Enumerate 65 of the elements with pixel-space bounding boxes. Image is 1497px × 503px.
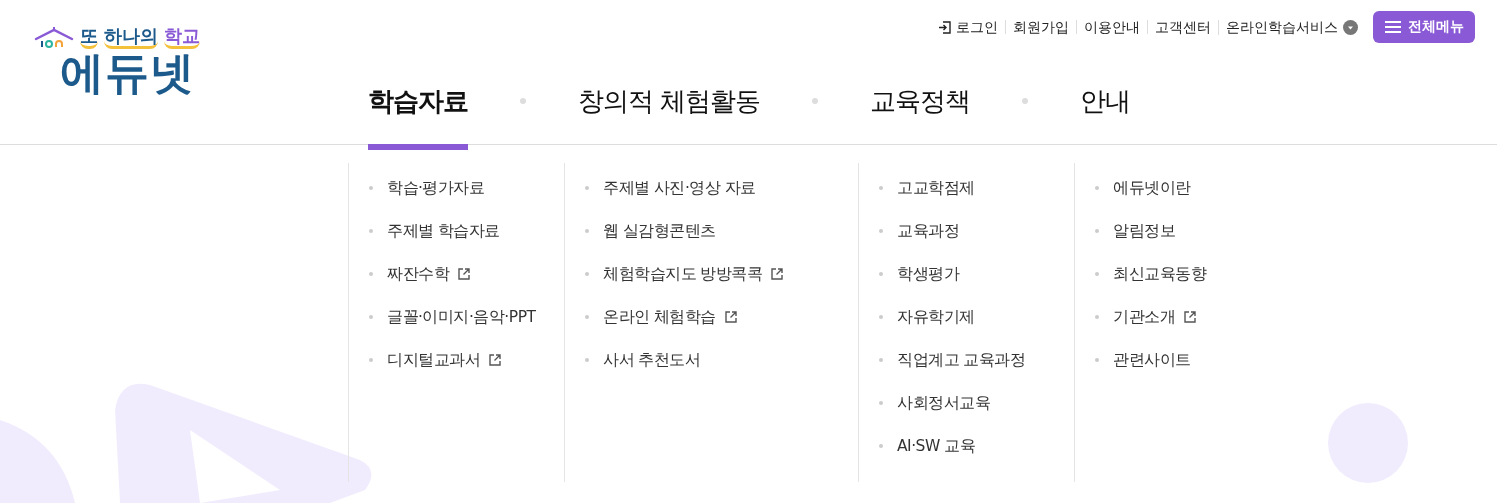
bullet-dot	[585, 315, 589, 319]
bullet-dot	[879, 272, 883, 276]
logo-tagline-word: 하나의	[104, 26, 158, 49]
bullet-dot	[1095, 229, 1099, 233]
logo-tagline-word: 학교	[164, 26, 200, 49]
bullet-dot	[879, 315, 883, 319]
bullet-dot	[585, 272, 589, 276]
login-icon	[938, 20, 951, 34]
bullet-dot	[1095, 272, 1099, 276]
nav-separator-dot	[1022, 98, 1029, 104]
nav-tab[interactable]: 학습자료	[368, 84, 468, 150]
bullet-dot	[369, 272, 373, 276]
bullet-dot	[879, 186, 883, 190]
nav-tab[interactable]: 안내	[1080, 84, 1131, 150]
submenu-link[interactable]: 온라인 체험학습	[603, 306, 716, 328]
utility-link[interactable]: 온라인학습서비스	[1218, 19, 1365, 35]
submenu-link[interactable]: 주제별 학습자료	[387, 220, 500, 242]
utility-link[interactable]: 로그인	[931, 20, 1005, 34]
submenu-link[interactable]: 사회정서교육	[897, 392, 990, 414]
submenu-link[interactable]: 글꼴·이미지·음악·PPT	[387, 306, 536, 328]
utility-link[interactable]: 고객센터	[1147, 20, 1218, 34]
submenu-link[interactable]: 기관소개	[1113, 306, 1175, 328]
submenu-link[interactable]: 짜잔수학	[387, 263, 449, 285]
logo-name[interactable]: 에듀넷	[60, 49, 330, 97]
bullet-dot	[369, 186, 373, 190]
bullet-dot	[879, 401, 883, 405]
nav-tab[interactable]: 창의적 체험활동	[578, 84, 761, 150]
utility-link[interactable]: 이용안내	[1076, 20, 1147, 34]
submenu-link[interactable]: 웹 실감형콘텐츠	[603, 220, 716, 242]
submenu-link[interactable]: 체험학습지도 방방콕콕	[603, 263, 763, 285]
bullet-dot	[585, 186, 589, 190]
nav-tab[interactable]: 교육정책	[870, 84, 971, 150]
all-menu-button[interactable]: 전체메뉴	[1373, 11, 1475, 43]
submenu-link[interactable]: 자유학기제	[897, 306, 975, 328]
menu-icon	[1384, 20, 1402, 34]
submenu-link[interactable]: 디지털교과서	[387, 349, 480, 371]
bullet-dot	[879, 358, 883, 362]
nav-separator-dot	[520, 98, 526, 104]
submenu-link[interactable]: 학습·평가자료	[387, 177, 485, 199]
nav-separator-dot	[812, 98, 819, 104]
bullet-dot	[585, 229, 589, 233]
submenu-link[interactable]: 교육과정	[897, 220, 959, 242]
bullet-dot	[1095, 358, 1099, 362]
logo-tagline-word: 또	[80, 26, 98, 49]
utility-link[interactable]: 회원가입	[1005, 20, 1076, 34]
submenu-link[interactable]: 학생평가	[897, 263, 959, 285]
bullet-dot	[585, 358, 589, 362]
submenu-link[interactable]: 고교학점제	[897, 177, 975, 199]
bullet-dot	[879, 444, 883, 448]
submenu-link[interactable]: 주제별 사진·영상 자료	[603, 177, 756, 199]
submenu-link[interactable]: 직업계고 교육과정	[897, 349, 1026, 371]
submenu-link[interactable]: 최신교육동향	[1113, 263, 1206, 285]
dropdown-caret-icon	[1343, 19, 1358, 35]
bullet-dot	[1095, 315, 1099, 319]
bullet-dot	[369, 229, 373, 233]
bullet-dot	[1095, 186, 1099, 190]
submenu-link[interactable]: 사서 추천도서	[603, 349, 701, 371]
submenu-link[interactable]: AI·SW 교육	[897, 435, 976, 457]
school-roof-icon	[34, 26, 74, 49]
submenu-link[interactable]: 관련사이트	[1113, 349, 1191, 371]
bullet-dot	[879, 229, 883, 233]
bullet-dot	[369, 315, 373, 319]
bullet-dot	[369, 358, 373, 362]
submenu-link[interactable]: 알림정보	[1113, 220, 1175, 242]
submenu-link[interactable]: 에듀넷이란	[1113, 177, 1191, 199]
